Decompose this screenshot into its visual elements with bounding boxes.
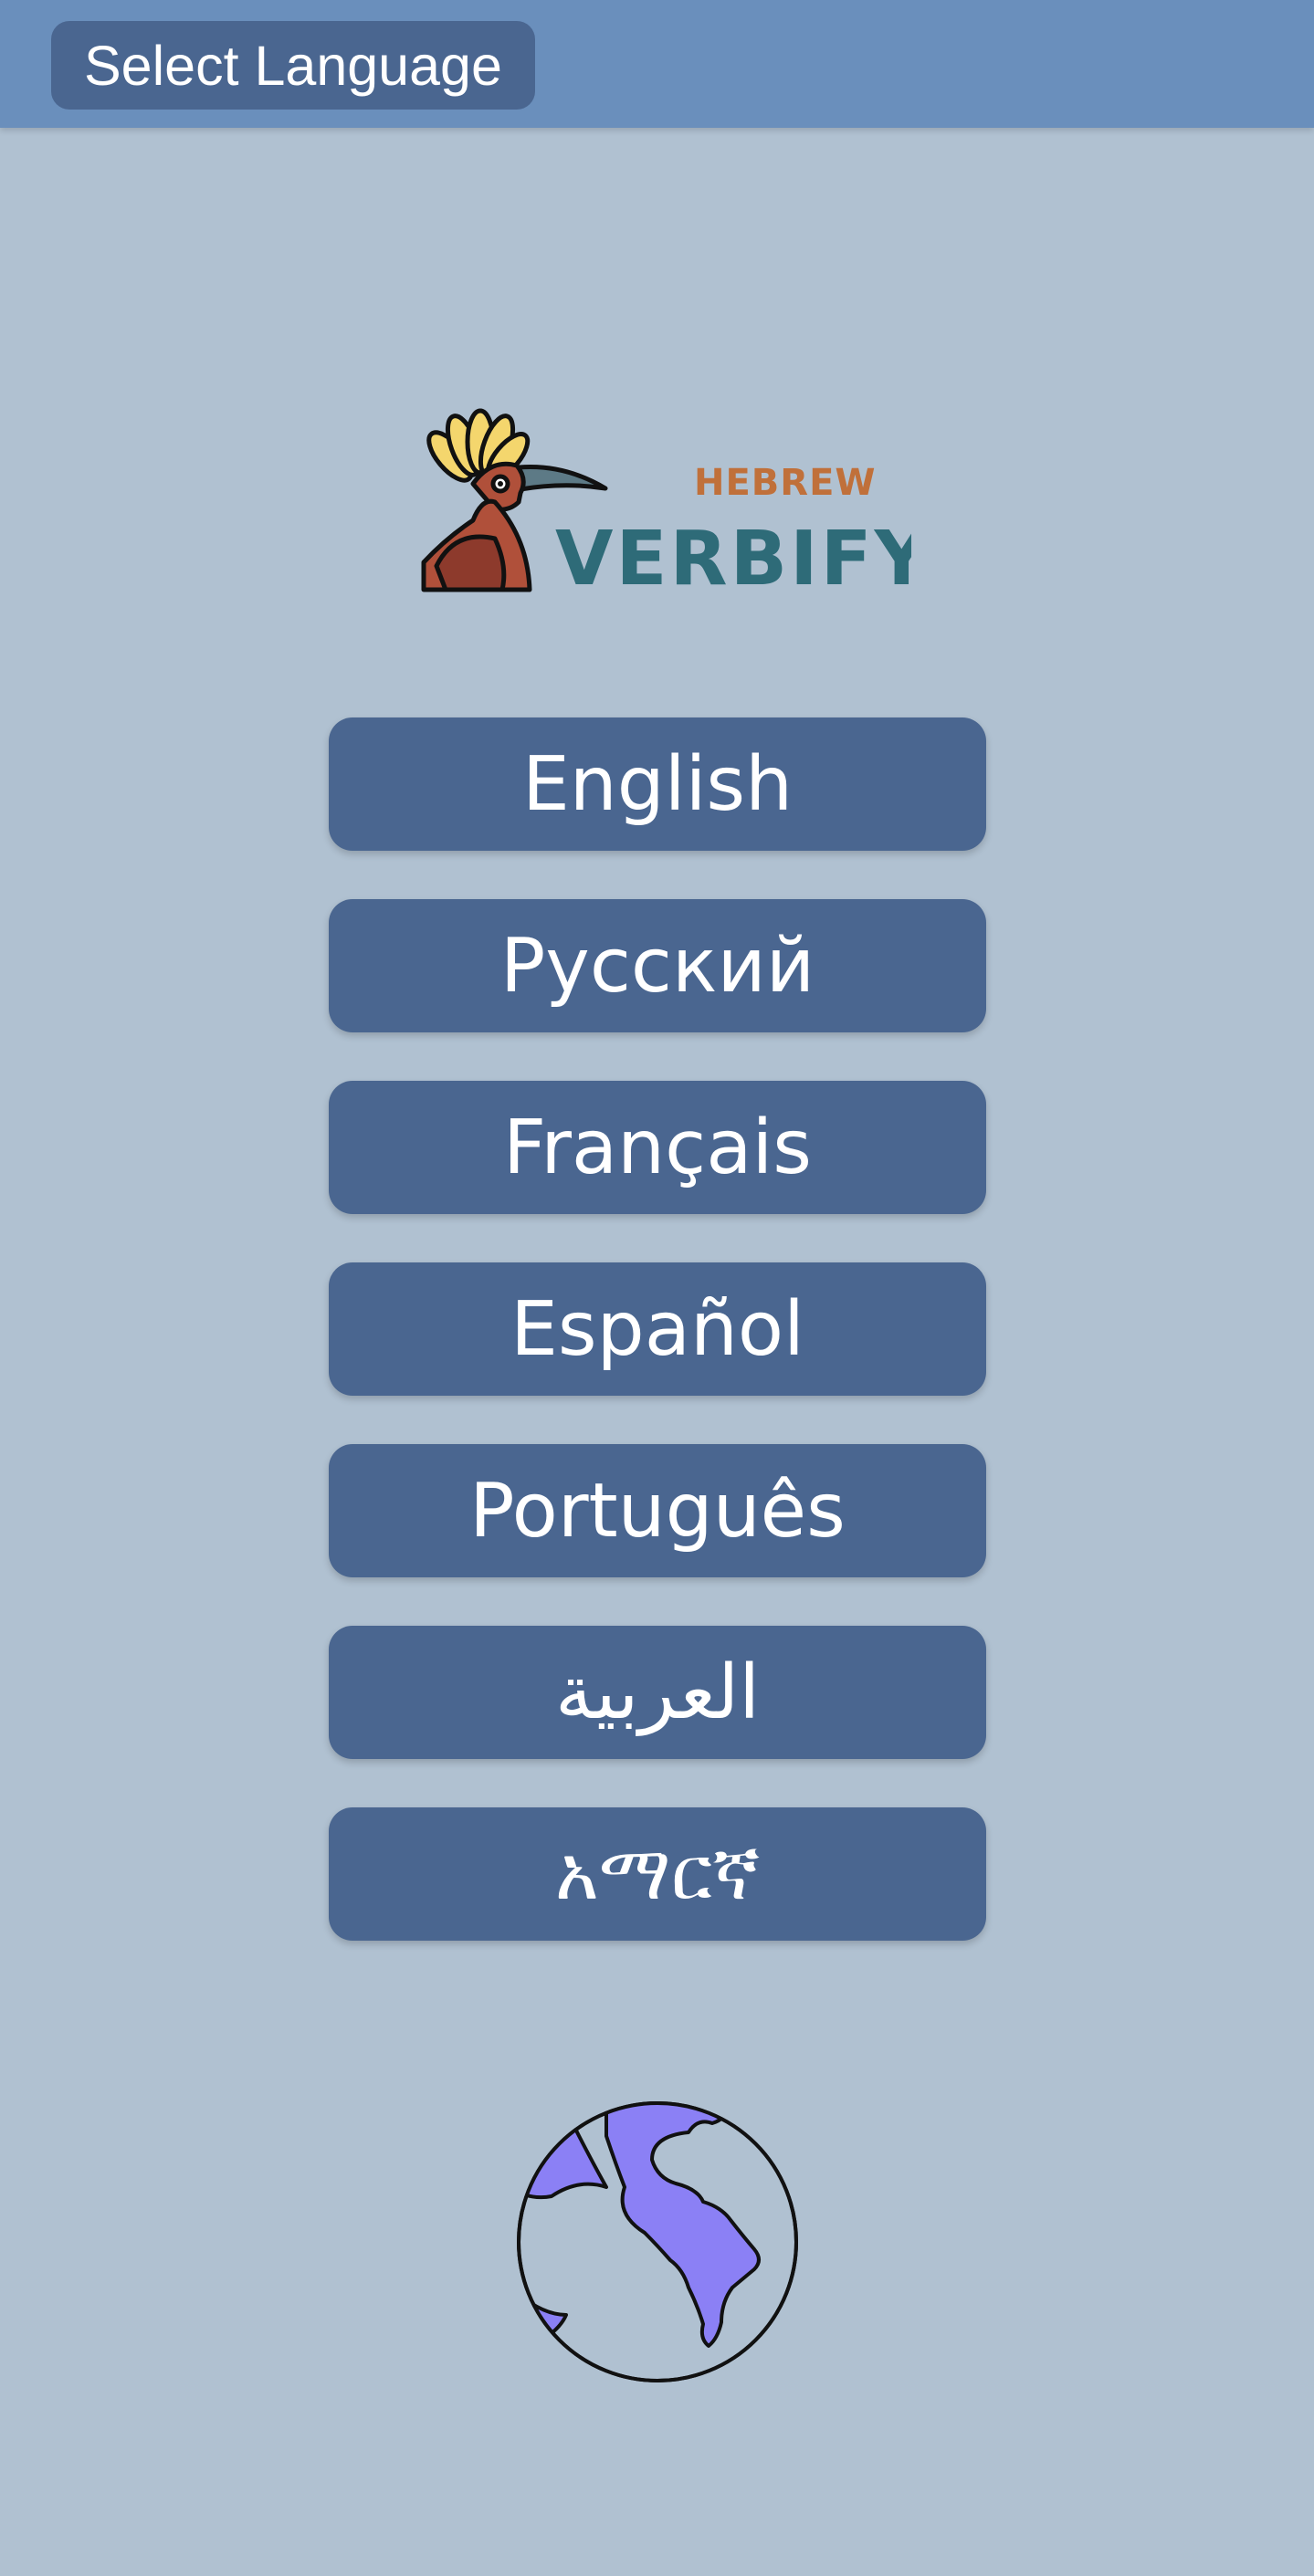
language-button-french[interactable]: Français	[329, 1081, 986, 1214]
language-button-spanish[interactable]: Español	[329, 1262, 986, 1396]
language-list: English Русский Français Español Portugu…	[329, 717, 986, 1989]
app-bar: Select Language	[0, 0, 1314, 128]
language-label: العربية	[554, 1649, 761, 1736]
logo-name: VERBIFY	[555, 516, 911, 602]
language-label: English	[521, 740, 794, 828]
language-label: Русский	[499, 922, 815, 1010]
language-button-arabic[interactable]: العربية	[329, 1626, 986, 1759]
language-button-portuguese[interactable]: Português	[329, 1444, 986, 1577]
logo-subtitle: HEBREW	[694, 462, 877, 504]
language-button-russian[interactable]: Русский	[329, 899, 986, 1032]
globe-icon	[515, 2100, 800, 2384]
language-label: Português	[469, 1467, 846, 1555]
language-button-english[interactable]: English	[329, 717, 986, 851]
language-label: Français	[503, 1104, 812, 1191]
language-button-amharic[interactable]: አማርኛ	[329, 1807, 986, 1941]
page-title: Select Language	[51, 21, 535, 110]
language-label: Español	[510, 1285, 804, 1373]
app-logo: HEBREW VERBIFY	[418, 402, 911, 602]
language-label: አማርኛ	[554, 1830, 761, 1917]
